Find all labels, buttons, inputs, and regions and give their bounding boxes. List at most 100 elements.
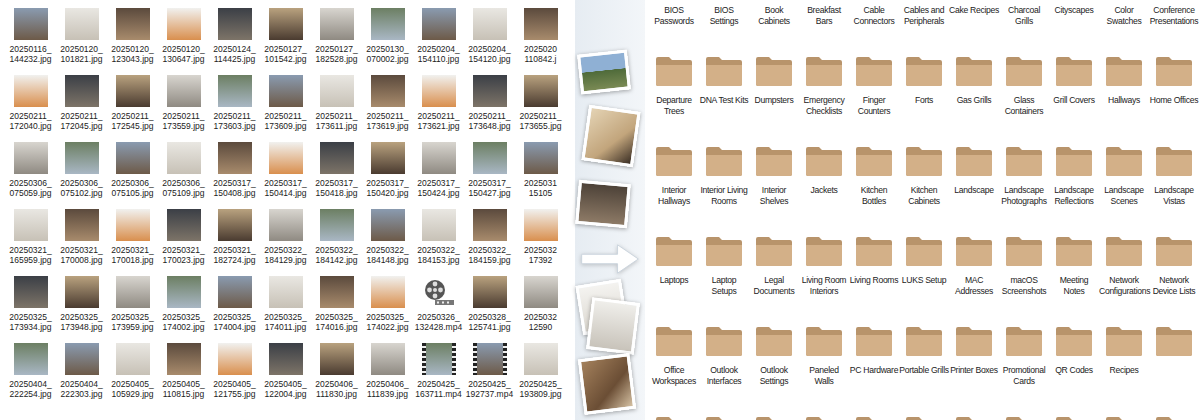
file-item[interactable]: 20250317_150408.jpg (209, 142, 260, 209)
file-item[interactable]: 20250325_174016.jpg (311, 276, 362, 343)
folder-item[interactable]: Glass Containers (999, 55, 1049, 145)
folder-item[interactable]: macOS Screenshots (999, 235, 1049, 325)
file-item[interactable]: 20250328_125741.jpg (464, 276, 515, 343)
folder-item[interactable]: Hallways (1099, 55, 1149, 145)
file-item[interactable]: 20250322_184142.jpg (311, 209, 362, 276)
folder-item[interactable]: Landscape Photographs (999, 145, 1049, 235)
folder-item[interactable] (849, 415, 899, 420)
folder-item[interactable]: Kitchen Bottles (849, 145, 899, 235)
file-item[interactable]: 20250325_174022.jpg (362, 276, 413, 343)
folder-item[interactable] (649, 415, 699, 420)
file-item[interactable]: 20250325_173959.jpg (107, 276, 158, 343)
file-item[interactable]: 202503217392 (515, 209, 566, 276)
folder-item[interactable]: Living Rooms (849, 235, 899, 325)
folder-item[interactable]: Outlook Settings (749, 325, 799, 415)
folder-item[interactable]: Departure Trees (649, 55, 699, 145)
file-item[interactable]: 20250306_075059.jpg (5, 142, 56, 209)
file-item[interactable]: 20250127_182528.jpg (311, 8, 362, 75)
file-item[interactable]: 20250404_222303.jpg (56, 343, 107, 410)
file-item[interactable]: 20250317_150414.jpg (260, 142, 311, 209)
folder-item[interactable]: Living Room Interiors (799, 235, 849, 325)
file-item[interactable]: 20250211_173655.jpg (515, 75, 566, 142)
file-item[interactable]: 20250317_150420.jpg (362, 142, 413, 209)
file-item[interactable]: 20250211_172545.jpg (107, 75, 158, 142)
folder-item[interactable]: Printer Boxes (949, 325, 999, 415)
folder-item[interactable] (999, 415, 1049, 420)
folder-item[interactable] (1099, 415, 1149, 420)
folder-item[interactable] (1149, 325, 1199, 415)
file-item[interactable]: 20250116_144232.jpg (5, 8, 56, 75)
folder-item[interactable]: Laptop Setups (699, 235, 749, 325)
file-item[interactable]: 20250321_170018.jpg (107, 209, 158, 276)
file-item[interactable]: 20250211_173603.jpg (209, 75, 260, 142)
file-item[interactable]: 20250321_170008.jpg (56, 209, 107, 276)
folder-item[interactable]: Emergency Checklists (799, 55, 849, 145)
folder-item[interactable]: MAC Addresses (949, 235, 999, 325)
folder-item[interactable]: Cables and Peripherals (899, 0, 949, 55)
file-item[interactable]: 20250322_184148.jpg (362, 209, 413, 276)
folder-item[interactable]: Charcoal Grills (999, 0, 1049, 55)
file-item[interactable]: 202503115105 (515, 142, 566, 209)
file-item[interactable]: 20250204_154120.jpg (464, 8, 515, 75)
folder-item[interactable]: Forts (899, 55, 949, 145)
file-item[interactable]: 20250204_154110.jpg (413, 8, 464, 75)
folder-item[interactable]: Office Workspaces (649, 325, 699, 415)
folder-item[interactable]: Landscape Scenes (1099, 145, 1149, 235)
folder-item[interactable]: PC Hardware (849, 325, 899, 415)
file-item[interactable]: 20250306_075102.jpg (56, 142, 107, 209)
folder-item[interactable]: Landscape Vistas (1149, 145, 1199, 235)
folder-item[interactable]: Book Cabinets (749, 0, 799, 55)
file-item[interactable]: 202503212590 (515, 276, 566, 343)
file-item[interactable]: 20250211_173559.jpg (158, 75, 209, 142)
folder-item[interactable] (699, 415, 749, 420)
file-item[interactable]: 20250306_075105.jpg (107, 142, 158, 209)
file-item[interactable]: 20250211_173609.jpg (260, 75, 311, 142)
folder-item[interactable]: Outlook Interfaces (699, 325, 749, 415)
file-item[interactable]: 20250317_150418.jpg (311, 142, 362, 209)
folder-item[interactable]: LUKS Setup (899, 235, 949, 325)
file-item[interactable]: 20250211_172040.jpg (5, 75, 56, 142)
folder-item[interactable]: BIOS Settings (699, 0, 749, 55)
file-item[interactable]: 20250425_163711.mp4 (413, 343, 464, 410)
file-item[interactable]: 20250405_121755.jpg (209, 343, 260, 410)
folder-item[interactable]: Interior Shelves (749, 145, 799, 235)
file-item[interactable]: 20250405_110815.jpg (158, 343, 209, 410)
file-item[interactable]: 20250124_114425.jpg (209, 8, 260, 75)
file-item[interactable]: 20250127_101542.jpg (260, 8, 311, 75)
file-item[interactable]: 20250317_150424.jpg (413, 142, 464, 209)
file-item[interactable]: 20250325_174011.jpg (260, 276, 311, 343)
file-item[interactable]: 20250326_132428.mp4 (413, 276, 464, 343)
file-item[interactable]: 20250322_184159.jpg (464, 209, 515, 276)
folder-item[interactable] (899, 415, 949, 420)
file-item[interactable]: 20250211_173619.jpg (362, 75, 413, 142)
folder-item[interactable]: BIOS Passwords (649, 0, 699, 55)
folder-item[interactable] (799, 415, 849, 420)
folder-item[interactable] (749, 415, 799, 420)
folder-item[interactable]: Landscape Reflections (1049, 145, 1099, 235)
folder-item[interactable]: Paneled Walls (799, 325, 849, 415)
file-item[interactable]: 20250120_123043.jpg (107, 8, 158, 75)
file-item[interactable]: 20250325_174002.jpg (158, 276, 209, 343)
folder-item[interactable]: Finger Counters (849, 55, 899, 145)
folder-item[interactable]: Breakfast Bars (799, 0, 849, 55)
file-item[interactable]: 20250405_122004.jpg (260, 343, 311, 410)
folder-item[interactable] (949, 415, 999, 420)
file-item[interactable]: 20250425_192737.mp4 (464, 343, 515, 410)
folder-item[interactable]: Laptops (649, 235, 699, 325)
folder-item[interactable]: Kitchen Cabinets (899, 145, 949, 235)
file-item[interactable]: 20250405_105929.jpg (107, 343, 158, 410)
folder-item[interactable]: Meeting Notes (1049, 235, 1099, 325)
file-item[interactable]: 20250406_111839.jpg (362, 343, 413, 410)
file-item[interactable]: 20250306_075109.jpg (158, 142, 209, 209)
file-item[interactable]: 20250325_173934.jpg (5, 276, 56, 343)
folder-item[interactable]: Gas Grills (949, 55, 999, 145)
file-item[interactable]: 20250321_182724.jpg (209, 209, 260, 276)
folder-item[interactable]: Cityscapes (1049, 0, 1099, 55)
file-item[interactable]: 20250120_101821.jpg (56, 8, 107, 75)
file-item[interactable]: 20250317_150427.jpg (464, 142, 515, 209)
folder-item[interactable]: Recipes (1099, 325, 1149, 415)
file-item[interactable]: 20250211_173621.jpg (413, 75, 464, 142)
file-item[interactable]: 20250211_172045.jpg (56, 75, 107, 142)
file-item[interactable]: 20250321_170023.jpg (158, 209, 209, 276)
folder-item[interactable] (1149, 415, 1199, 420)
